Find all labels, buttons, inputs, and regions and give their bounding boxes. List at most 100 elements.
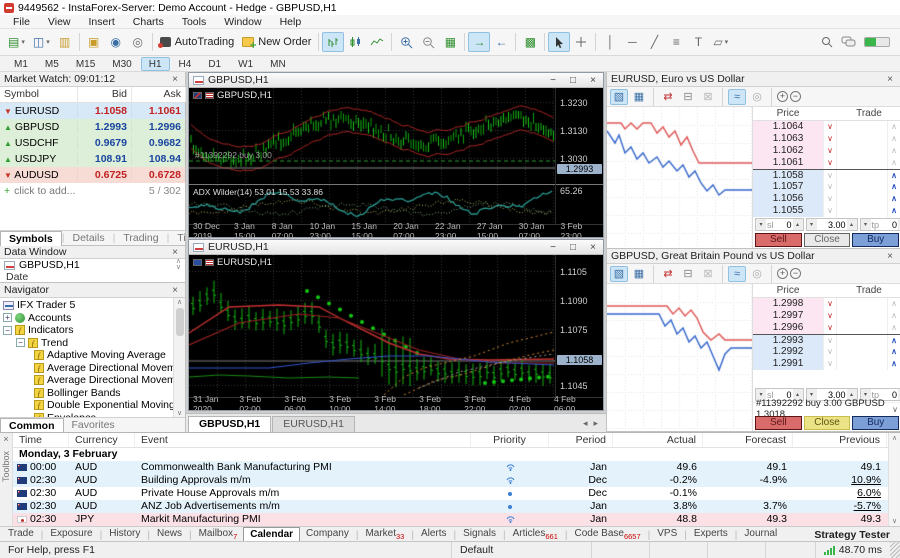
quotes-button[interactable]: ▥: [54, 32, 76, 52]
data-window-symbol[interactable]: GBPUSD,H1 ∧∨: [0, 259, 185, 271]
one-click-trading-icon[interactable]: ⇄: [659, 89, 677, 105]
tf-m30[interactable]: M30: [104, 57, 139, 71]
cursor-button[interactable]: [548, 32, 570, 52]
sell-chevron-icon[interactable]: ∨: [823, 298, 837, 310]
close-icon[interactable]: ×: [884, 74, 896, 85]
tab-vps[interactable]: VPS: [651, 527, 683, 541]
tab-experts[interactable]: Experts: [688, 527, 734, 541]
tab-alerts[interactable]: Alerts: [415, 527, 453, 541]
close-position-icon[interactable]: ⊠: [699, 89, 717, 105]
volume-increase-button[interactable]: ▴: [847, 219, 857, 230]
volume-decrease-button[interactable]: ▾: [807, 219, 817, 230]
tab-details[interactable]: Details: [65, 231, 113, 246]
scrollbar-thumb[interactable]: [176, 308, 184, 336]
tf-h1[interactable]: H1: [141, 57, 170, 71]
tick-chart[interactable]: [607, 107, 753, 248]
bid-row[interactable]: 1.1056∨∧: [753, 193, 900, 205]
tick-chart[interactable]: [607, 284, 753, 431]
tf-m5[interactable]: M5: [37, 57, 67, 71]
zoom-out-icon[interactable]: −: [790, 91, 801, 102]
market-book-icon[interactable]: ▦: [630, 89, 648, 105]
minimize-icon[interactable]: −: [547, 75, 559, 86]
chart-shift-button[interactable]: ←: [490, 32, 512, 52]
market-watch-button[interactable]: ▣: [83, 32, 105, 52]
close-icon[interactable]: ×: [587, 242, 599, 253]
market-watch-row[interactable]: ▲ USDCHF0.96790.9682: [0, 135, 185, 151]
close-icon[interactable]: ×: [169, 247, 181, 258]
chart-mode-icon[interactable]: ▧: [610, 89, 628, 105]
auto-scroll-button[interactable]: →: [468, 32, 490, 52]
add-symbol-row[interactable]: +click to add...5 / 302: [0, 183, 185, 199]
menu-file[interactable]: File: [4, 15, 39, 29]
tree-item-indicator[interactable]: ƒAverage Directional Movement: [0, 362, 185, 375]
gbpusd-chart-area[interactable]: GBPUSD,H1 #11392292 buy 3.00 ADX Wilder(…: [189, 88, 603, 237]
calendar-row[interactable]: 02:30 AUDPrivate House Approvals m/m Dec…: [13, 487, 900, 500]
line-chart-button[interactable]: [366, 32, 388, 52]
buy-chevron-icon[interactable]: ∧: [887, 133, 900, 145]
candlestick-chart-button[interactable]: [344, 32, 366, 52]
buy-button[interactable]: Buy: [852, 233, 899, 247]
tree-item-indicator[interactable]: ƒAdaptive Moving Average: [0, 349, 185, 362]
chart-tab-eurusd[interactable]: EURUSD,H1: [272, 416, 355, 432]
ask-row[interactable]: 1.2998∨∧: [753, 298, 900, 310]
sl-input[interactable]: [775, 220, 793, 230]
chart-window-titlebar[interactable]: EURUSD,H1 −□×: [189, 240, 603, 255]
market-watch-row[interactable]: ▲ USDJPY108.91108.94: [0, 151, 185, 167]
sell-chevron-icon[interactable]: ∨: [823, 121, 837, 133]
bar-chart-button[interactable]: [322, 32, 344, 52]
tab-trade[interactable]: Trade: [2, 527, 40, 541]
horizontal-line-button[interactable]: ─: [621, 32, 643, 52]
buy-chevron-icon[interactable]: ∧: [887, 193, 900, 205]
trendline-button[interactable]: ╱: [643, 32, 665, 52]
market-book-icon[interactable]: ▦: [630, 266, 648, 282]
volume-input[interactable]: [817, 220, 847, 230]
eurusd-chart-area[interactable]: EURUSD,H1 1.1105 1.1090 1.1075 1.1058 1.…: [189, 255, 603, 410]
strategy-tester-button[interactable]: ▩: [519, 32, 541, 52]
menu-help[interactable]: Help: [271, 15, 311, 29]
calendar-row[interactable]: 02:30 AUDANZ Job Advertisements m/m Jan3…: [13, 500, 900, 513]
sell-chevron-icon[interactable]: ∨: [823, 193, 837, 205]
sl-increase-button[interactable]: ▴: [793, 219, 803, 230]
zoom-in-icon[interactable]: +: [777, 91, 788, 102]
bid-row[interactable]: 1.2993∨∧: [753, 334, 900, 346]
tf-d1[interactable]: D1: [200, 57, 229, 71]
tab-signals[interactable]: Signals: [457, 527, 502, 541]
chart-tab-gbpusd[interactable]: GBPUSD,H1: [188, 416, 271, 432]
price-scale[interactable]: 1.3230 1.3130 1.3030 1.2993 65.26: [555, 88, 603, 237]
tab-calendar[interactable]: Calendar: [243, 527, 300, 541]
tab-common[interactable]: Common: [0, 418, 64, 433]
sell-chevron-icon[interactable]: ∨: [823, 205, 837, 217]
tab-trading[interactable]: Trading: [115, 231, 166, 246]
market-watch-row[interactable]: ▼ EURUSD1.10581.1061: [0, 103, 185, 119]
buy-chevron-icon[interactable]: ∧: [887, 310, 900, 322]
close-button[interactable]: Close: [804, 233, 851, 247]
resize-grip[interactable]: [890, 542, 900, 558]
collapse-icon[interactable]: −: [16, 338, 25, 347]
tf-m15[interactable]: M15: [68, 57, 103, 71]
tab-codebase[interactable]: Code Base6657: [568, 527, 646, 541]
calendar-row[interactable]: 02:30 AUDBuilding Approvals m/m Dec-0.2%…: [13, 474, 900, 487]
navigator-scrollbar[interactable]: ∧∨: [173, 298, 185, 417]
orders-icon[interactable]: ⊟: [679, 89, 697, 105]
close-icon[interactable]: ×: [587, 75, 599, 86]
ask-row[interactable]: 1.1062∨∧: [753, 145, 900, 157]
calendar-scrollbar[interactable]: ∧∨: [888, 433, 900, 526]
maximize-icon[interactable]: □: [567, 75, 579, 86]
tab-mailbox[interactable]: Mailbox7: [193, 527, 244, 541]
vertical-line-button[interactable]: │: [599, 32, 621, 52]
tree-item-accounts[interactable]: +Accounts: [0, 312, 185, 325]
bid-row[interactable]: 1.1058∨∧: [753, 169, 900, 181]
tp-decrease-button[interactable]: ▾: [861, 219, 871, 230]
time-axis[interactable]: 31 Jan 20203 Feb 02:003 Feb 06:003 Feb 1…: [189, 397, 603, 410]
sell-button[interactable]: Sell: [755, 416, 802, 430]
bid-row[interactable]: 1.1057∨∧: [753, 181, 900, 193]
new-order-button[interactable]: New Order: [238, 32, 315, 52]
accounts-button[interactable]: ◉: [105, 32, 127, 52]
tile-windows-button[interactable]: ▦: [439, 32, 461, 52]
tree-item-indicators[interactable]: −ƒIndicators: [0, 324, 185, 337]
minimize-icon[interactable]: −: [547, 242, 559, 253]
sell-chevron-icon[interactable]: ∨: [823, 346, 837, 358]
text-tool-button[interactable]: T: [687, 32, 709, 52]
menu-charts[interactable]: Charts: [124, 15, 173, 29]
ask-row[interactable]: 1.1064∨∧: [753, 121, 900, 133]
